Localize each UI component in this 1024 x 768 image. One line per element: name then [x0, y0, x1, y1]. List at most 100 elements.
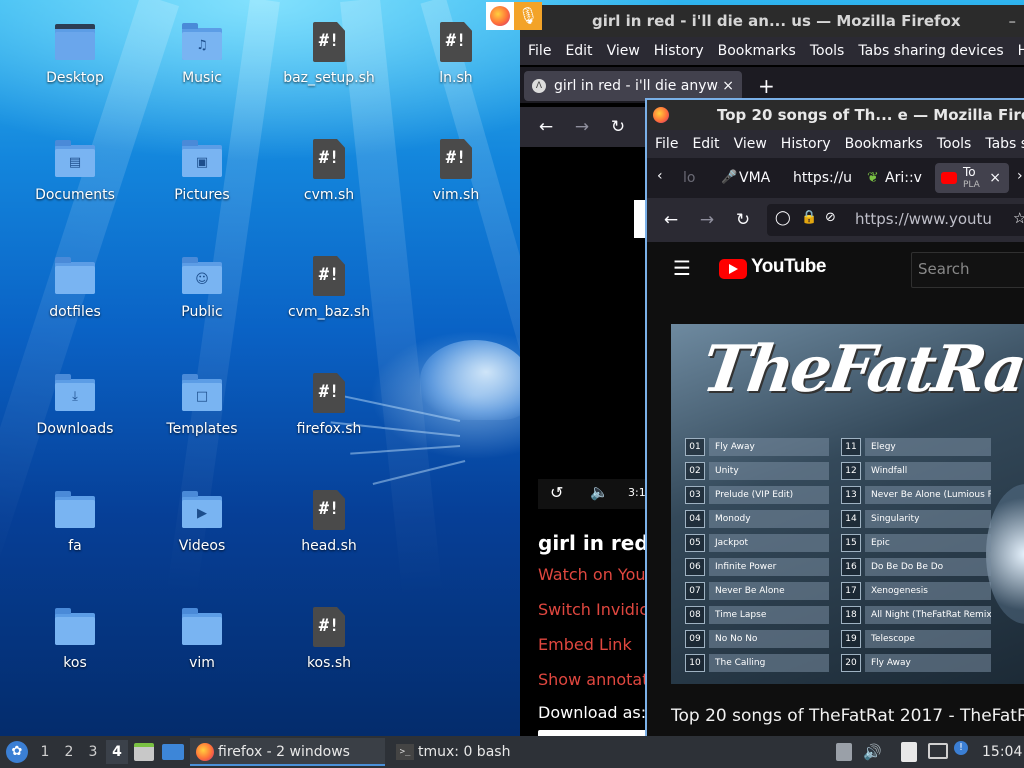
menu-item-history[interactable]: History: [654, 43, 704, 59]
tracking-icon[interactable]: ⊘: [825, 210, 836, 225]
tab-label: lo: [683, 170, 696, 186]
firefox-launcher-icon[interactable]: [486, 2, 514, 30]
workspace-1[interactable]: 1: [34, 740, 56, 764]
tab-label: girl in red - i'll die anyway: [554, 78, 719, 94]
workspace-2[interactable]: 2: [58, 740, 80, 764]
track-row: 17 Xenogenesis: [841, 582, 991, 600]
search-input[interactable]: Search: [911, 252, 1024, 288]
window-titlebar[interactable]: girl in red - i'll die an... us — Mozill…: [520, 5, 1024, 37]
video-link[interactable]: Watch on You: [538, 565, 646, 584]
window-title: Top 20 songs of Th... e — Mozilla Fire: [717, 106, 1024, 124]
desktop-icon-downloads[interactable]: ⤓ Downloads: [20, 373, 130, 437]
desktop-icon-desktop[interactable]: Desktop: [20, 22, 130, 86]
volume-icon[interactable]: 🔊: [863, 736, 882, 768]
replay-icon[interactable]: ↺: [550, 483, 563, 502]
track-number: 04: [685, 510, 705, 528]
leaf-icon: ❦: [867, 170, 879, 186]
desktop-icon-vim[interactable]: vim: [147, 607, 257, 671]
desktop-icon-ln-sh[interactable]: #! ln.sh: [401, 22, 511, 86]
tab-scroll-left-icon[interactable]: ‹: [657, 168, 663, 184]
desktop-icon-dotfiles[interactable]: dotfiles: [20, 256, 130, 320]
youtube-brand[interactable]: YouTube: [751, 256, 826, 278]
start-menu-icon[interactable]: ✿: [6, 741, 28, 763]
lock-icon[interactable]: 🔒: [801, 210, 817, 225]
tab-0[interactable]: lo: [677, 163, 707, 193]
reload-icon[interactable]: ↻: [731, 208, 755, 232]
firefox-window-front[interactable]: Top 20 songs of Th... e — Mozilla Fire F…: [645, 98, 1024, 738]
desktop-icon-music[interactable]: ♫ Music: [147, 22, 257, 86]
close-tab-icon[interactable]: ×: [722, 71, 734, 101]
notification-area-icon[interactable]: [836, 743, 852, 761]
video-thumbnail[interactable]: TheFatRat 01 Fly Away 02 Unity 03 Prelude (VI…: [671, 324, 1024, 684]
menu-item-tools[interactable]: Tools: [937, 136, 972, 152]
desktop-icon-firefox-sh[interactable]: #! firefox.sh: [274, 373, 384, 437]
update-notifier-icon[interactable]: !: [954, 741, 968, 755]
desktop-icon-templates[interactable]: □ Templates: [147, 373, 257, 437]
desktop-icon-videos[interactable]: ▶ Videos: [147, 490, 257, 554]
video-link[interactable]: Switch Invidic: [538, 600, 648, 619]
task-firefox[interactable]: firefox - 2 windows: [190, 738, 385, 766]
terminal-icon: >_: [396, 744, 414, 760]
desktop-icon-cvm-sh[interactable]: #! cvm.sh: [274, 139, 384, 203]
workspace-4[interactable]: 4: [106, 740, 128, 764]
new-tab-button[interactable]: +: [758, 71, 775, 101]
tab-scroll-right-icon[interactable]: ›: [1017, 168, 1023, 184]
menu-item-file[interactable]: File: [528, 43, 551, 59]
youtube-logo-icon[interactable]: [719, 259, 747, 279]
menu-item-edit[interactable]: Edit: [565, 43, 592, 59]
folder-icon: [182, 608, 222, 645]
volume-icon[interactable]: 🔈: [590, 483, 609, 501]
video-title[interactable]: Top 20 songs of TheFatRat 2017 - TheFatR…: [671, 706, 1024, 726]
menu-item-file[interactable]: File: [655, 136, 678, 152]
desktop-icon-pictures[interactable]: ▣ Pictures: [147, 139, 257, 203]
shield-icon[interactable]: ◯: [775, 210, 791, 226]
back-arrow-icon[interactable]: ←: [534, 115, 558, 139]
workspace-3[interactable]: 3: [82, 740, 104, 764]
tab-2[interactable]: https://u: [787, 163, 855, 193]
menu-item-tabs-sharing-devices[interactable]: Tabs sharing devices: [858, 43, 1003, 59]
desktop-icon-baz-setup-sh[interactable]: #! baz_setup.sh: [274, 22, 384, 86]
tab-4[interactable]: To PLA ×: [935, 163, 1009, 193]
microphone-indicator-icon[interactable]: 🎙: [514, 2, 542, 30]
menu-item-hel[interactable]: Hel: [1018, 43, 1024, 59]
desktop-icon-cvm-baz-sh[interactable]: #! cvm_baz.sh: [274, 256, 384, 320]
network-icon[interactable]: [928, 743, 948, 759]
desktop-icon-kos-sh[interactable]: #! kos.sh: [274, 607, 384, 671]
minimize-icon[interactable]: –: [1009, 5, 1017, 37]
menu-item-tools[interactable]: Tools: [810, 43, 845, 59]
hamburger-menu-icon[interactable]: ☰: [673, 256, 691, 280]
forward-arrow-icon[interactable]: →: [570, 115, 594, 139]
menu-item-view[interactable]: View: [734, 136, 767, 152]
menu-item-tabs-sha[interactable]: Tabs sha: [985, 136, 1024, 152]
menu-item-edit[interactable]: Edit: [692, 136, 719, 152]
url-bar[interactable]: ◯ 🔒 ⊘ https://www.youtu ☆: [767, 204, 1024, 236]
desktop-icon-fa[interactable]: fa: [20, 490, 130, 554]
bookmark-star-icon[interactable]: ☆: [1013, 209, 1024, 227]
desktop-icon-documents[interactable]: ▤ Documents: [20, 139, 130, 203]
forward-arrow-icon[interactable]: →: [695, 208, 719, 232]
tab-1[interactable]: 🎤 VMA: [715, 163, 781, 193]
file-manager-icon[interactable]: [134, 743, 154, 761]
desktop-icon-public[interactable]: ☺ Public: [147, 256, 257, 320]
desktop-icon-vim-sh[interactable]: #! vim.sh: [401, 139, 511, 203]
desktop-icon-head-sh[interactable]: #! head.sh: [274, 490, 384, 554]
menu-item-bookmarks[interactable]: Bookmarks: [718, 43, 796, 59]
video-link[interactable]: Embed Link: [538, 635, 632, 654]
task-tmux[interactable]: >_ tmux: 0 bash: [390, 738, 590, 766]
window-titlebar[interactable]: Top 20 songs of Th... e — Mozilla Fire: [647, 100, 1024, 130]
tab-girl-in-red[interactable]: Λ girl in red - i'll die anyway ×: [524, 71, 742, 101]
menu-item-history[interactable]: History: [781, 136, 831, 152]
tab-label: VMA: [739, 170, 771, 186]
menu-item-bookmarks[interactable]: Bookmarks: [845, 136, 923, 152]
show-desktop-icon[interactable]: [162, 744, 184, 760]
tab-3[interactable]: ❦ Ari::v: [861, 163, 931, 193]
desktop-icon-label: kos: [63, 655, 87, 671]
back-arrow-icon[interactable]: ←: [659, 208, 683, 232]
menu-item-view[interactable]: View: [607, 43, 640, 59]
desktop-icon-kos[interactable]: kos: [20, 607, 130, 671]
clipboard-icon[interactable]: [901, 742, 917, 762]
video-link[interactable]: Show annotat: [538, 670, 648, 689]
reload-icon[interactable]: ↻: [606, 115, 630, 139]
close-tab-icon[interactable]: ×: [989, 163, 1001, 193]
url-text[interactable]: https://www.youtu: [855, 210, 992, 228]
